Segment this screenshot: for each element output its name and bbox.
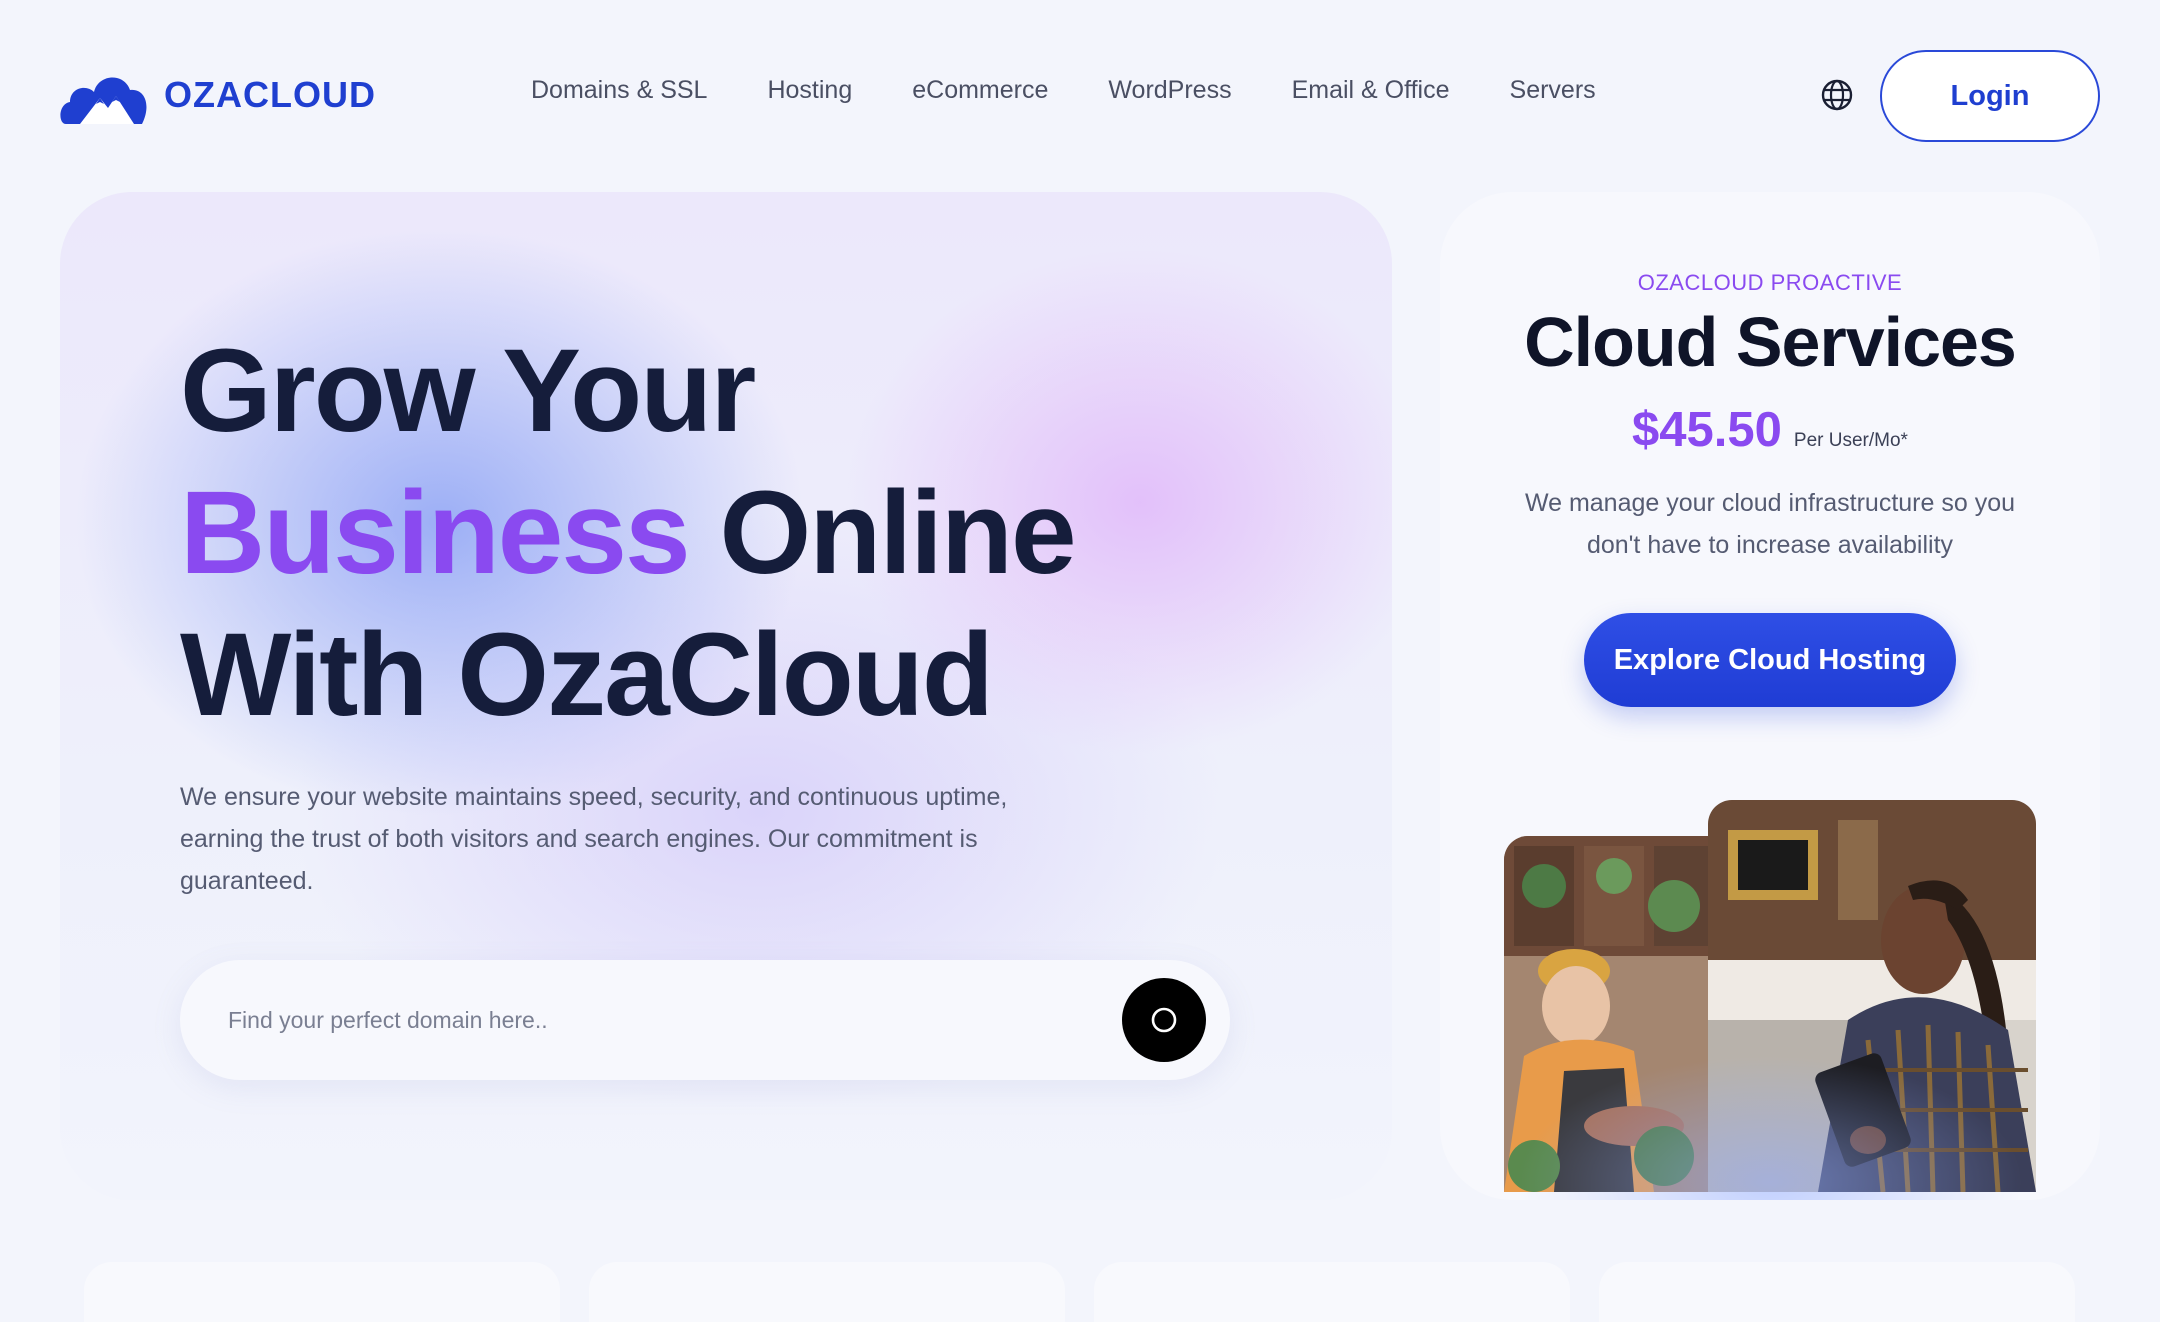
explore-cloud-hosting-button[interactable]: Explore Cloud Hosting [1584,613,1956,707]
feature-cards-row [84,1262,2075,1322]
hero-title-line1: Grow Your [180,325,756,457]
cloud-mountain-logo-icon [60,77,147,124]
business-woman-photo [1708,800,2036,1192]
search-button[interactable] [1122,978,1206,1062]
search-icon [1151,1007,1177,1033]
hero-title-line3: With OzaCloud [180,609,994,741]
feature-card[interactable] [1094,1262,1570,1322]
promo-description: We manage your cloud infrastructure so y… [1524,489,2016,559]
promo-title: Cloud Services [1524,303,2017,381]
nav-item-hosting[interactable]: Hosting [767,76,852,105]
promo-price-unit: Per User/Mo* [1793,430,1908,451]
promo-price-row: $45.50 Per User/Mo* [1440,402,2100,458]
nav-item-servers[interactable]: Servers [1510,76,1596,105]
login-button[interactable]: Login [1880,50,2100,142]
site-header: OZACLOUD Domains & SSL Hosting eCommerce… [0,0,2160,190]
domain-search-input[interactable] [228,1000,1028,1040]
hero-title-accent: Business [180,467,691,599]
globe-icon[interactable] [1820,78,1854,112]
hero-section: Grow Your Business Online With OzaCloud … [60,192,1392,1200]
hero-title: Grow Your Business Online With OzaCloud [180,320,1077,746]
domain-search-bar [180,960,1230,1080]
florist-photo [1504,836,1724,1192]
feature-card[interactable] [84,1262,560,1322]
hero-title-line2: Online [688,467,1076,599]
promo-price: $45.50 [1632,403,1782,457]
brand-name: OZACLOUD [164,74,376,115]
brand-logo[interactable]: OZACLOUD [58,64,376,126]
feature-card[interactable] [589,1262,1065,1322]
promo-eyebrow: OZACLOUD PROACTIVE [1637,270,1903,295]
nav-item-ecommerce[interactable]: eCommerce [912,76,1048,105]
nav-item-domains-ssl[interactable]: Domains & SSL [531,76,707,105]
feature-card[interactable] [1599,1262,2075,1322]
nav-item-wordpress[interactable]: WordPress [1108,76,1231,105]
nav-item-email-office[interactable]: Email & Office [1292,76,1450,105]
cloud-services-card: OZACLOUD PROACTIVE Cloud Services $45.50… [1440,192,2100,1200]
main-nav: Domains & SSL Hosting eCommerce WordPres… [531,76,1596,105]
hero-description: We ensure your website maintains speed, … [180,783,1008,895]
